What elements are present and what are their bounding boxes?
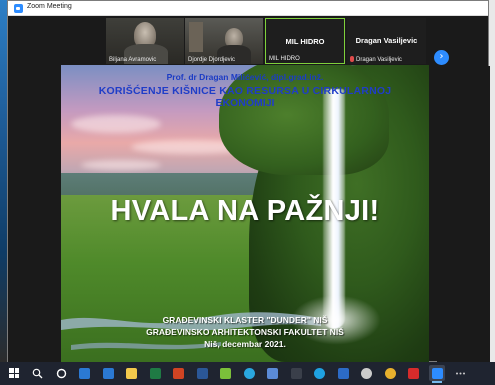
acrobat-icon[interactable] — [406, 365, 422, 381]
cortana-icon[interactable] — [53, 365, 69, 381]
slide-author: Prof. dr Dragan Milićević, dipl.grad.inž… — [166, 72, 324, 82]
paint-icon[interactable] — [218, 365, 234, 381]
edge-icon[interactable] — [241, 365, 257, 381]
background-shelf — [189, 22, 203, 52]
desktop-left-edge — [0, 0, 7, 362]
mail-icon[interactable] — [77, 365, 93, 381]
shared-screen-slide: Prof. dr Dragan Milićević, dipl.grad.inž… — [61, 65, 429, 362]
calculator-icon[interactable] — [288, 365, 304, 381]
participant-tile[interactable]: Djordje Djordjevic — [185, 18, 263, 64]
slide-footer-line1: GRAĐEVINSKI KLASTER "DUNDER" NIŠ — [162, 315, 328, 325]
participant-name: MIL HIDRO — [269, 56, 300, 62]
slide-title-line1: KORIŠĆENJE KIŠNICE KAO RESURSA U CIRKULA… — [98, 85, 392, 97]
participant-tile-active[interactable]: MIL HIDRO MIL HIDRO — [265, 18, 345, 64]
share-margin-right — [437, 66, 490, 363]
participant-tile[interactable]: Biljana Avramovic — [106, 18, 184, 64]
file-explorer-icon[interactable] — [124, 365, 140, 381]
powerpoint-icon[interactable] — [171, 365, 187, 381]
word-icon[interactable] — [194, 365, 210, 381]
excel-icon[interactable] — [147, 365, 163, 381]
participant-name: Dragan Vasiljevic — [356, 57, 402, 63]
participant-tile[interactable]: Dragan Vasiljevic Dragan Vasiljevic — [347, 18, 426, 64]
window-titlebar[interactable]: Zoom Meeting — [8, 1, 488, 16]
windows-start-icon[interactable] — [6, 365, 22, 381]
search-icon[interactable] — [30, 365, 46, 381]
participant-video-strip: Biljana Avramovic Djordje Djordjevic MIL… — [8, 16, 488, 66]
windows-taskbar — [0, 362, 495, 385]
chrome-icon[interactable] — [382, 365, 398, 381]
participant-name: Djordje Djordjevic — [188, 57, 236, 63]
slide-river — [61, 290, 321, 360]
chevron-right-icon[interactable]: › — [434, 50, 449, 65]
settings-icon[interactable] — [359, 365, 375, 381]
slide-title-line2: EKONOMIJI — [215, 97, 275, 109]
mic-muted-icon — [350, 56, 354, 62]
participant-center-label: Dragan Vasiljevic — [355, 36, 418, 45]
slide-thanks: HVALA NA PAŽNJI! — [110, 195, 380, 227]
share-margin-left — [8, 66, 68, 363]
more-icon[interactable] — [453, 365, 469, 381]
skype-icon[interactable] — [312, 365, 328, 381]
participant-name: Biljana Avramovic — [109, 57, 157, 63]
slide-footer-line2: GRAĐEVINSKO ARHITEKTONSKI FAKULTET NIŠ — [146, 327, 344, 337]
zoom-icon[interactable] — [429, 365, 445, 383]
participant-center-label: MIL HIDRO — [285, 37, 325, 46]
window-title: Zoom Meeting — [27, 3, 72, 10]
participant-name-row: Dragan Vasiljevic — [350, 56, 402, 63]
outlook-icon[interactable] — [335, 365, 351, 381]
zoom-app-icon — [14, 4, 23, 13]
slide-footer-line3: Niš, decembar 2021. — [204, 339, 286, 349]
photos-icon[interactable] — [265, 365, 281, 381]
store-icon[interactable] — [100, 365, 116, 381]
